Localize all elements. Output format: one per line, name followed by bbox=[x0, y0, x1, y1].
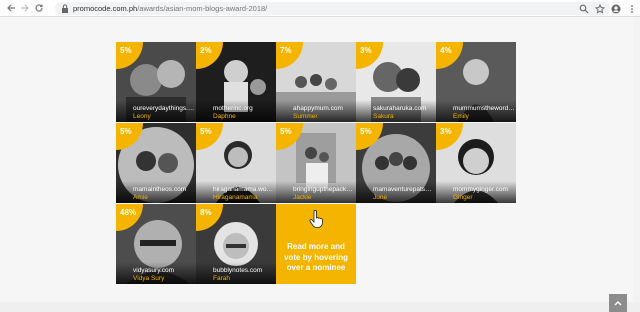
search-icon[interactable] bbox=[577, 2, 590, 15]
vote-cta-tile: Read more and vote by hovering over a no… bbox=[276, 204, 356, 284]
nominee-name: Hiraganamama bbox=[213, 194, 258, 201]
account-icon[interactable] bbox=[609, 2, 622, 15]
nominee-site: mummumstheword.... bbox=[453, 105, 515, 112]
nominee-name: Leony bbox=[133, 113, 151, 120]
nominee-name: Jackie bbox=[293, 194, 312, 201]
url-text: promocode.com.ph/awards/asian-mom-blogs-… bbox=[73, 4, 267, 13]
nominee-site: bubblynotes.com bbox=[213, 267, 263, 274]
nominee-card[interactable]: 4% mummumstheword.... Emily bbox=[436, 42, 516, 122]
nominee-site: mommyginger.com bbox=[453, 186, 508, 193]
nominee-site: bringingupthepacks.c... bbox=[293, 186, 355, 193]
nominee-card[interactable]: 8% bubblynotes.com Farah bbox=[196, 204, 276, 284]
nominee-card[interactable]: 5% mamaintheos.com Amie bbox=[116, 123, 196, 203]
nominee-card[interactable]: 3% sakuraharuka.com Sakura bbox=[356, 42, 436, 122]
nominee-card[interactable]: 48% vidyasury.com Vidya Sury bbox=[116, 204, 196, 284]
nominee-site: vidyasury.com bbox=[133, 267, 175, 274]
nominee-site: mamaintheos.com bbox=[133, 186, 187, 193]
nominee-name: Emily bbox=[453, 113, 469, 120]
back-to-top-button[interactable] bbox=[609, 294, 627, 312]
nominee-name: Farah bbox=[213, 275, 230, 282]
lock-icon bbox=[62, 4, 68, 13]
nominee-card[interactable]: 5% hiraganamama.word... Hiraganamama bbox=[196, 123, 276, 203]
nominee-card[interactable]: 5% oureverydaythings.co... Leony bbox=[116, 42, 196, 122]
nominee-site: mamaventurepatshirt... bbox=[373, 186, 435, 193]
nominee-site: ahappymum.com bbox=[293, 105, 343, 112]
page-content: 5% oureverydaythings.co... Leony 2% moth… bbox=[0, 17, 633, 312]
nominee-name: Amie bbox=[133, 194, 148, 201]
nominee-site: motherinc.org bbox=[213, 105, 253, 112]
cta-text: Read more and vote by hovering over a no… bbox=[283, 242, 348, 272]
nominee-name: Sakura bbox=[373, 113, 394, 120]
browser-toolbar: promocode.com.ph/awards/asian-mom-blogs-… bbox=[0, 0, 640, 17]
nominee-site: sakuraharuka.com bbox=[373, 105, 427, 112]
nominee-name: June bbox=[373, 194, 388, 201]
nominee-site: oureverydaythings.co... bbox=[133, 105, 195, 112]
nominee-name: Summer bbox=[293, 113, 318, 120]
nominee-card[interactable]: 2% motherinc.org Daphne bbox=[196, 42, 276, 122]
scrollbar[interactable] bbox=[633, 17, 640, 302]
forward-arrow-icon[interactable] bbox=[18, 1, 32, 15]
star-icon[interactable] bbox=[593, 2, 606, 15]
hand-pointer-icon bbox=[309, 210, 323, 228]
url-domain: promocode.com.ph bbox=[73, 4, 138, 13]
back-arrow-icon[interactable] bbox=[4, 1, 18, 15]
nominee-site: hiraganamama.word... bbox=[213, 186, 275, 193]
address-bar[interactable]: promocode.com.ph/awards/asian-mom-blogs-… bbox=[55, 2, 610, 15]
nominee-card[interactable]: 7% ahappymum.com Summer bbox=[276, 42, 356, 122]
url-path: /awards/asian-mom-blogs-award-2018/ bbox=[137, 4, 268, 13]
chevron-up-icon bbox=[614, 301, 622, 306]
nominee-name: Vidya Sury bbox=[133, 275, 165, 282]
nominee-name: Daphne bbox=[213, 113, 236, 120]
reload-icon[interactable] bbox=[32, 1, 46, 15]
nominee-card[interactable]: 5% mamaventurepatshirt... June bbox=[356, 123, 436, 203]
nominee-card[interactable]: 5% bringingupthepacks.c... Jackie bbox=[276, 123, 356, 203]
nominee-name: Ginger bbox=[453, 194, 473, 201]
kebab-menu-icon[interactable] bbox=[625, 2, 638, 15]
nominee-card[interactable]: 3% mommyginger.com Ginger bbox=[436, 123, 516, 203]
